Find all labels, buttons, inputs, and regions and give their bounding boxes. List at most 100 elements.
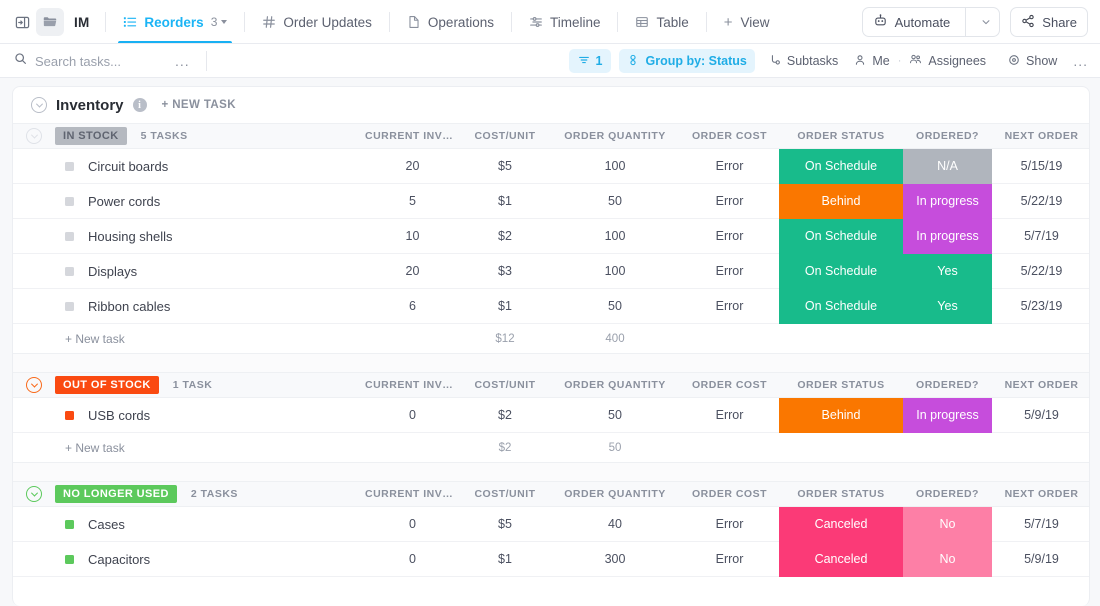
order-quantity-cell[interactable]: 100: [550, 229, 680, 243]
order-quantity-cell[interactable]: 100: [550, 159, 680, 173]
order-cost-cell[interactable]: Error: [680, 517, 779, 531]
order-status-cell[interactable]: On Schedule: [779, 219, 903, 254]
table-row[interactable]: Circuit boards20$5100ErrorOn ScheduleN/A…: [13, 149, 1089, 184]
ordered-cell[interactable]: Yes: [903, 254, 992, 289]
assignees-button[interactable]: Assignees: [901, 49, 994, 73]
group-status-chip[interactable]: OUT OF STOCK: [55, 376, 159, 394]
order-cost-cell[interactable]: Error: [680, 408, 779, 422]
share-button[interactable]: Share: [1010, 7, 1088, 37]
cost-per-unit-cell[interactable]: $3: [460, 264, 550, 278]
column-header[interactable]: COST/UNIT: [460, 379, 550, 391]
task-status-square-icon[interactable]: [65, 162, 74, 171]
subtasks-button[interactable]: Subtasks: [761, 49, 846, 73]
next-order-cell[interactable]: 5/22/19: [992, 264, 1090, 278]
task-status-square-icon[interactable]: [65, 520, 74, 529]
next-order-cell[interactable]: 5/15/19: [992, 159, 1090, 173]
ordered-cell[interactable]: No: [903, 507, 992, 542]
current-inventory-cell[interactable]: 20: [365, 264, 460, 278]
column-header[interactable]: COST/UNIT: [460, 488, 550, 500]
me-button[interactable]: Me: [846, 49, 897, 73]
table-row[interactable]: Cases0$540ErrorCanceledNo5/7/19: [13, 507, 1089, 542]
order-quantity-cell[interactable]: 300: [550, 552, 680, 566]
current-inventory-cell[interactable]: 5: [365, 194, 460, 208]
order-status-cell[interactable]: On Schedule: [779, 254, 903, 289]
search-more-icon[interactable]: ...: [175, 57, 190, 65]
space-name[interactable]: IM: [74, 15, 89, 30]
new-task-row[interactable]: + New task$250: [13, 433, 1089, 463]
column-header[interactable]: ORDER COST: [680, 379, 779, 391]
new-task-row[interactable]: + New task$12400: [13, 324, 1089, 354]
table-row[interactable]: Ribbon cables6$150ErrorOn ScheduleYes5/2…: [13, 289, 1089, 324]
current-inventory-cell[interactable]: 20: [365, 159, 460, 173]
tab-table[interactable]: Table: [624, 0, 699, 44]
column-header[interactable]: ORDER STATUS: [779, 130, 903, 142]
automate-button[interactable]: Automate: [862, 7, 1001, 37]
tab-reorders[interactable]: Reorders 3: [112, 0, 238, 44]
next-order-cell[interactable]: 5/7/19: [992, 229, 1090, 243]
group-status-chip[interactable]: NO LONGER USED: [55, 485, 177, 503]
column-header[interactable]: NEXT ORDER: [992, 130, 1090, 142]
column-header[interactable]: COST/UNIT: [460, 130, 550, 142]
info-icon[interactable]: i: [133, 98, 147, 112]
sidebar-toggle-icon[interactable]: [8, 8, 36, 36]
cost-per-unit-cell[interactable]: $2: [460, 408, 550, 422]
order-quantity-cell[interactable]: 40: [550, 517, 680, 531]
order-cost-cell[interactable]: Error: [680, 194, 779, 208]
column-header[interactable]: ORDER QUANTITY: [550, 130, 680, 142]
cost-per-unit-cell[interactable]: $1: [460, 299, 550, 313]
table-row[interactable]: Displays20$3100ErrorOn ScheduleYes5/22/1…: [13, 254, 1089, 289]
task-name-cell[interactable]: Circuit boards: [13, 159, 365, 174]
order-cost-cell[interactable]: Error: [680, 229, 779, 243]
table-row[interactable]: Housing shells10$2100ErrorOn ScheduleIn …: [13, 219, 1089, 254]
ordered-cell[interactable]: No: [903, 542, 992, 577]
column-header[interactable]: ORDER COST: [680, 488, 779, 500]
order-quantity-cell[interactable]: 100: [550, 264, 680, 278]
next-order-cell[interactable]: 5/7/19: [992, 517, 1090, 531]
order-quantity-cell[interactable]: 50: [550, 299, 680, 313]
group-collapse-icon[interactable]: [13, 128, 55, 144]
ordered-cell[interactable]: In progress: [903, 184, 992, 219]
group-collapse-icon[interactable]: [13, 377, 55, 393]
add-view-button[interactable]: + View: [713, 0, 781, 44]
task-name-cell[interactable]: Housing shells: [13, 229, 365, 244]
search-input[interactable]: [35, 54, 175, 69]
order-quantity-cell[interactable]: 50: [550, 194, 680, 208]
cost-per-unit-cell[interactable]: $1: [460, 552, 550, 566]
task-status-square-icon[interactable]: [65, 302, 74, 311]
next-order-cell[interactable]: 5/22/19: [992, 194, 1090, 208]
column-header[interactable]: ORDERED?: [903, 379, 992, 391]
task-status-square-icon[interactable]: [65, 232, 74, 241]
search-box[interactable]: [14, 52, 175, 70]
column-header[interactable]: ORDER QUANTITY: [550, 379, 680, 391]
task-status-square-icon[interactable]: [65, 197, 74, 206]
task-name-cell[interactable]: Capacitors: [13, 552, 365, 567]
task-name-cell[interactable]: USB cords: [13, 408, 365, 423]
add-new-task-button[interactable]: + New task: [13, 441, 365, 455]
task-status-square-icon[interactable]: [65, 411, 74, 420]
column-header[interactable]: ORDER QUANTITY: [550, 488, 680, 500]
chevron-down-icon[interactable]: [221, 20, 227, 24]
filter-button[interactable]: 1: [569, 49, 612, 73]
task-name-cell[interactable]: Displays: [13, 264, 365, 279]
order-status-cell[interactable]: Canceled: [779, 507, 903, 542]
current-inventory-cell[interactable]: 6: [365, 299, 460, 313]
column-header[interactable]: ORDER STATUS: [779, 488, 903, 500]
order-status-cell[interactable]: On Schedule: [779, 289, 903, 324]
current-inventory-cell[interactable]: 0: [365, 517, 460, 531]
cost-per-unit-cell[interactable]: $5: [460, 159, 550, 173]
task-name-cell[interactable]: Ribbon cables: [13, 299, 365, 314]
group-by-button[interactable]: Group by: Status: [619, 49, 754, 73]
collapse-project-icon[interactable]: [31, 97, 47, 113]
column-header[interactable]: NEXT ORDER: [992, 488, 1090, 500]
next-order-cell[interactable]: 5/9/19: [992, 408, 1090, 422]
order-status-cell[interactable]: Canceled: [779, 542, 903, 577]
column-header[interactable]: ORDERED?: [903, 488, 992, 500]
column-header[interactable]: CURRENT INVEN...: [365, 130, 460, 142]
add-new-task-button[interactable]: + New task: [13, 332, 365, 346]
task-status-square-icon[interactable]: [65, 267, 74, 276]
order-cost-cell[interactable]: Error: [680, 159, 779, 173]
order-cost-cell[interactable]: Error: [680, 552, 779, 566]
column-header[interactable]: NEXT ORDER: [992, 379, 1090, 391]
group-collapse-icon[interactable]: [13, 486, 55, 502]
tab-timeline[interactable]: Timeline: [518, 0, 612, 44]
